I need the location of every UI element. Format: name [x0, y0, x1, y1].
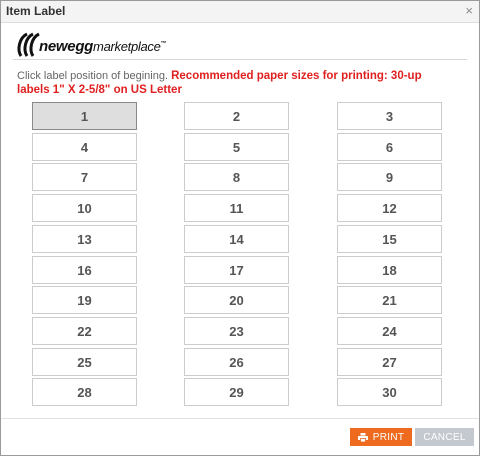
label-position-16[interactable]: 16	[32, 256, 137, 284]
footer-divider	[1, 418, 479, 419]
header-divider	[13, 59, 467, 60]
logo-brand: newegg	[39, 38, 94, 55]
printer-icon	[357, 432, 368, 442]
instructions: Click label position of begining. Recomm…	[17, 69, 447, 97]
label-position-7[interactable]: 7	[32, 163, 137, 191]
label-position-4[interactable]: 4	[32, 133, 137, 161]
label-position-5[interactable]: 5	[184, 133, 289, 161]
label-position-3[interactable]: 3	[337, 102, 442, 130]
label-position-22[interactable]: 22	[32, 317, 137, 345]
dialog-titlebar: Item Label ×	[1, 1, 479, 23]
label-position-29[interactable]: 29	[184, 378, 289, 406]
label-position-14[interactable]: 14	[184, 225, 289, 253]
label-position-19[interactable]: 19	[32, 286, 137, 314]
logo-product: marketplace	[93, 39, 161, 54]
label-position-24[interactable]: 24	[337, 317, 442, 345]
label-position-20[interactable]: 20	[184, 286, 289, 314]
label-position-26[interactable]: 26	[184, 348, 289, 376]
label-position-18[interactable]: 18	[337, 256, 442, 284]
label-position-23[interactable]: 23	[184, 317, 289, 345]
label-position-1[interactable]: 1	[32, 102, 137, 130]
dialog-title: Item Label	[6, 4, 66, 18]
label-position-15[interactable]: 15	[337, 225, 442, 253]
close-icon[interactable]: ×	[465, 3, 473, 19]
label-position-10[interactable]: 10	[32, 194, 137, 222]
label-position-30[interactable]: 30	[337, 378, 442, 406]
logo-trademark: ™	[160, 41, 167, 47]
label-position-17[interactable]: 17	[184, 256, 289, 284]
label-position-12[interactable]: 12	[337, 194, 442, 222]
label-position-11[interactable]: 11	[184, 194, 289, 222]
label-position-8[interactable]: 8	[184, 163, 289, 191]
label-position-2[interactable]: 2	[184, 102, 289, 130]
print-button[interactable]: PRINT	[350, 428, 412, 446]
print-button-label: PRINT	[372, 431, 405, 443]
item-label-dialog: Item Label × neweggmarketplace™ Click la…	[0, 0, 480, 456]
cancel-button-label: CANCEL	[423, 431, 466, 443]
logo-wordmark: neweggmarketplace™	[39, 38, 167, 55]
instructions-text: Click label position of begining.	[17, 70, 169, 82]
newegg-marketplace-logo: neweggmarketplace™	[15, 30, 195, 60]
cancel-button[interactable]: CANCEL	[415, 428, 474, 446]
label-position-28[interactable]: 28	[32, 378, 137, 406]
label-position-9[interactable]: 9	[337, 163, 442, 191]
label-position-25[interactable]: 25	[32, 348, 137, 376]
label-position-27[interactable]: 27	[337, 348, 442, 376]
label-position-6[interactable]: 6	[337, 133, 442, 161]
label-position-21[interactable]: 21	[337, 286, 442, 314]
label-position-13[interactable]: 13	[32, 225, 137, 253]
